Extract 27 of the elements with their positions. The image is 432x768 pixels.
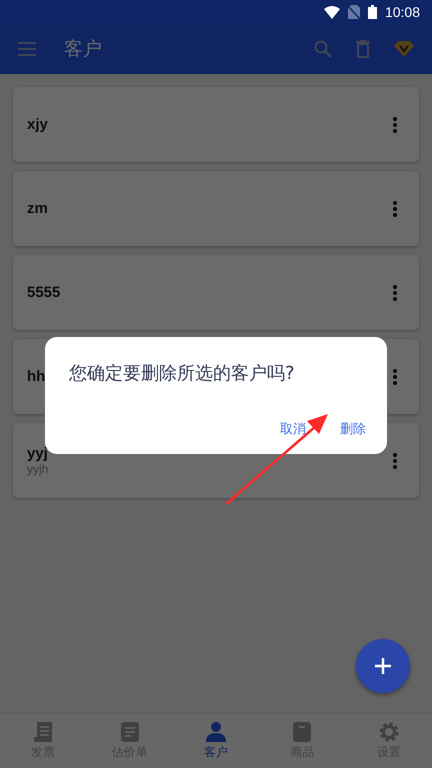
add-button[interactable] [356,639,410,693]
customer-card[interactable]: xjy [13,87,419,162]
more-icon[interactable] [393,116,397,132]
gear-icon [378,722,399,742]
person-icon [206,722,226,742]
more-icon[interactable] [393,368,397,384]
customer-name: hh [27,368,46,385]
customer-name: zm [27,200,48,217]
customer-name: 5555 [27,284,60,301]
no-sim-icon [348,5,360,19]
document-icon [120,722,139,742]
battery-icon [368,5,377,19]
more-icon[interactable] [393,284,397,300]
customer-card[interactable]: zm [13,171,419,246]
dialog-message: 您确定要删除所选的客户吗? [69,362,296,385]
customer-card[interactable]: 5555 [13,255,419,330]
bag-icon [293,722,312,742]
wifi-icon [324,6,340,18]
page-title: 客户 [64,37,102,62]
nav-tab[interactable]: 客户 [172,714,260,768]
receipt-icon [34,722,52,742]
customer-name: yyj [27,445,48,462]
customer-name: xjy [27,116,48,133]
plus-icon [375,658,391,674]
more-icon[interactable] [393,452,397,468]
clock: 10:08 [384,4,420,20]
more-icon[interactable] [393,200,397,216]
